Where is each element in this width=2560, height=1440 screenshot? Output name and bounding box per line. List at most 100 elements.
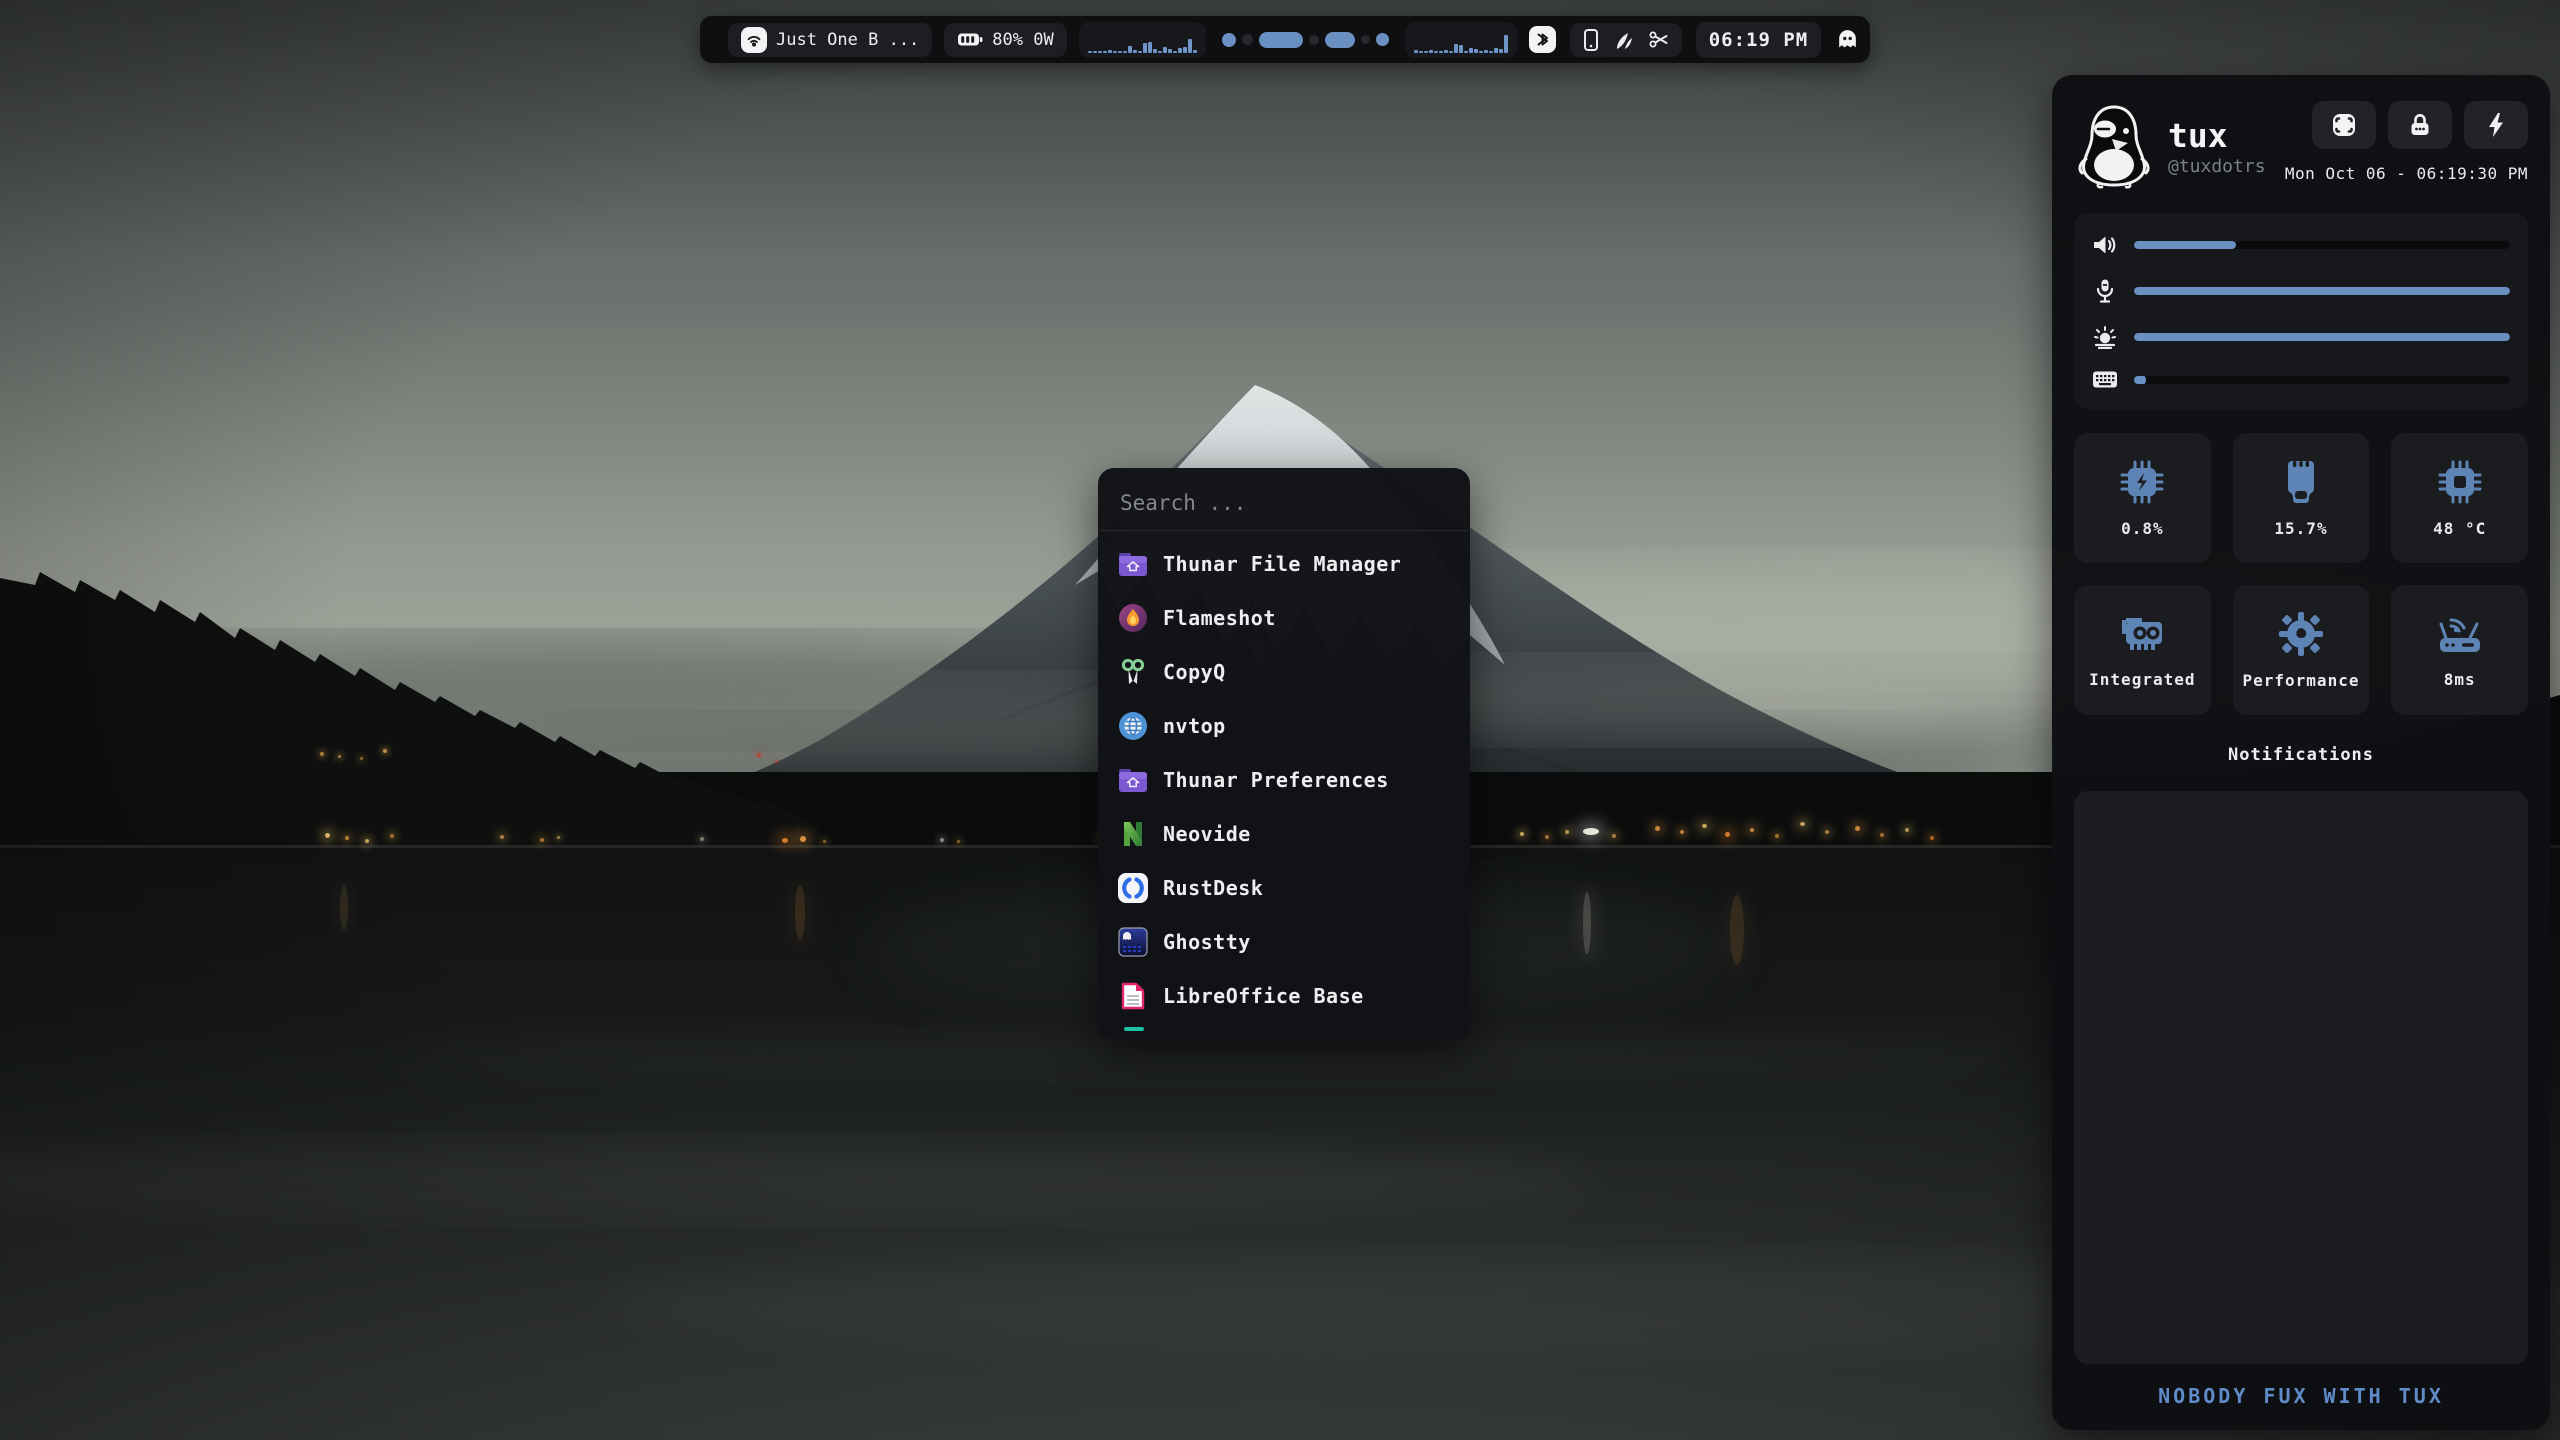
cpu-temp-value: 48 °C	[2433, 519, 2486, 538]
notifications-panel[interactable]	[2074, 791, 2528, 1364]
gpu-mode-value: Integrated	[2089, 670, 2195, 689]
user-identity: tux @tuxdotrs	[2074, 101, 2266, 189]
graph-bar	[1474, 49, 1478, 53]
scroll-indicator[interactable]	[1124, 1027, 1144, 1031]
graph-bar	[1444, 50, 1448, 53]
user-name: tux	[2168, 119, 2266, 152]
graph-bar	[1108, 50, 1112, 53]
network-latency-value: 8ms	[2444, 670, 2476, 689]
graph-bar	[1128, 46, 1132, 53]
network-latency-card[interactable]: 8ms	[2391, 585, 2528, 715]
workspace-2[interactable]	[1242, 34, 1253, 45]
app-row-neovide[interactable]: Neovide	[1114, 807, 1454, 861]
sidebar-header: tux @tuxdotrs	[2074, 101, 2528, 189]
workspace-5[interactable]	[1325, 32, 1355, 48]
cpu-usage-card[interactable]: 0.8%	[2074, 433, 2211, 563]
app-row-flameshot[interactable]: Flameshot	[1114, 591, 1454, 645]
keyboard-backlight-slider[interactable]	[2134, 376, 2510, 384]
graph-bar	[1103, 51, 1107, 53]
ghostty-icon	[1118, 927, 1148, 957]
volume-icon	[2092, 233, 2118, 257]
graph-bar	[1158, 51, 1162, 53]
keyboard-backlight-slider-fill	[2134, 376, 2146, 384]
graph-bar	[1148, 42, 1152, 53]
graph-bar	[1183, 47, 1187, 53]
neovide-icon	[1118, 819, 1148, 849]
power-bolt-icon	[2482, 111, 2510, 139]
graph-bar	[1439, 51, 1443, 53]
tools-widget	[1570, 23, 1682, 57]
control-sidebar: tux @tuxdotrs	[2052, 75, 2550, 1430]
flameshot-icon	[1118, 603, 1148, 633]
workspace-4[interactable]	[1309, 35, 1319, 45]
memory-usage-card[interactable]: 15.7%	[2233, 433, 2370, 563]
top-bar: Just One B ... 80% 0W	[700, 16, 1870, 63]
clock-widget[interactable]: 06:19 PM	[1696, 22, 1822, 58]
scissors-icon[interactable]	[1649, 30, 1669, 49]
workspace-1[interactable]	[1222, 33, 1236, 47]
brightness-slider[interactable]	[2134, 333, 2510, 341]
cpu-usage-value: 0.8%	[2121, 519, 2164, 538]
desktop: Just One B ... 80% 0W	[0, 0, 2560, 1440]
graph-bar	[1193, 50, 1197, 53]
system-graph-1[interactable]	[1079, 22, 1206, 58]
app-row-thunar-preferences[interactable]: Thunar Preferences	[1114, 753, 1454, 807]
system-graph-2[interactable]	[1405, 22, 1517, 58]
graph-bar	[1469, 48, 1473, 53]
app-row-libreoffice-base[interactable]: LibreOffice Base	[1114, 969, 1454, 1023]
app-row-nvtop[interactable]: nvtop	[1114, 699, 1454, 753]
speaker-icon	[741, 27, 767, 53]
graph-bar	[1434, 51, 1438, 53]
workspace-6[interactable]	[1361, 35, 1370, 44]
workspace-7[interactable]	[1376, 33, 1389, 46]
graph-bar	[1113, 51, 1117, 53]
graph-bar	[1484, 50, 1488, 53]
screenshot-button[interactable]	[2312, 101, 2376, 149]
gpu-mode-card[interactable]: Integrated	[2074, 585, 2211, 715]
graph-bar	[1454, 44, 1458, 53]
media-widget[interactable]: Just One B ...	[728, 23, 932, 57]
app-name: RustDesk	[1163, 876, 1263, 900]
power-profile-card[interactable]: Performance	[2233, 585, 2370, 715]
microphone-slider-row	[2092, 278, 2510, 304]
brightness-slider-row	[2092, 325, 2510, 349]
user-handle: @tuxdotrs	[2168, 156, 2266, 177]
app-row-thunar[interactable]: Thunar File Manager	[1114, 537, 1454, 591]
graph-bar	[1419, 51, 1423, 53]
microphone-slider[interactable]	[2134, 287, 2510, 295]
ghost-icon[interactable]	[1835, 27, 1860, 52]
app-row-copyq[interactable]: CopyQ	[1114, 645, 1454, 699]
rustdesk-icon	[1118, 873, 1148, 903]
graph-bar	[1489, 51, 1493, 53]
sliders-card	[2074, 213, 2528, 409]
copyq-icon	[1118, 657, 1148, 687]
cpu-temp-card[interactable]: 48 °C	[2391, 433, 2528, 563]
workspace-3-active[interactable]	[1259, 32, 1303, 48]
notifications-title: Notifications	[2074, 745, 2528, 765]
app-name: nvtop	[1163, 714, 1226, 738]
bluetooth-icon[interactable]	[1529, 26, 1556, 53]
search-input[interactable]	[1118, 490, 1450, 516]
lock-button[interactable]	[2388, 101, 2452, 149]
microphone-slider-fill	[2134, 287, 2510, 295]
app-list: Thunar File Manager Flameshot	[1098, 531, 1470, 1023]
power-button[interactable]	[2464, 101, 2528, 149]
graph-bar	[1133, 50, 1137, 53]
battery-widget[interactable]: 80% 0W	[944, 23, 1066, 57]
lock-icon	[2406, 111, 2434, 139]
gpu-icon	[2118, 612, 2166, 656]
brightness-slider-fill	[2134, 333, 2510, 341]
graph-bar	[1143, 43, 1147, 53]
app-row-rustdesk[interactable]: RustDesk	[1114, 861, 1454, 915]
phone-icon[interactable]	[1583, 28, 1599, 52]
now-playing-label: Just One B ...	[776, 30, 919, 50]
leaf-icon[interactable]	[1614, 29, 1634, 51]
thunar-icon	[1118, 551, 1148, 577]
cpu-temp-icon	[2437, 459, 2483, 505]
graph-bar	[1153, 49, 1157, 53]
gear-icon	[2278, 611, 2324, 657]
app-row-ghostty[interactable]: Ghostty	[1114, 915, 1454, 969]
volume-slider[interactable]	[2134, 241, 2510, 249]
brightness-icon	[2092, 325, 2118, 349]
graph-bar	[1424, 51, 1428, 53]
